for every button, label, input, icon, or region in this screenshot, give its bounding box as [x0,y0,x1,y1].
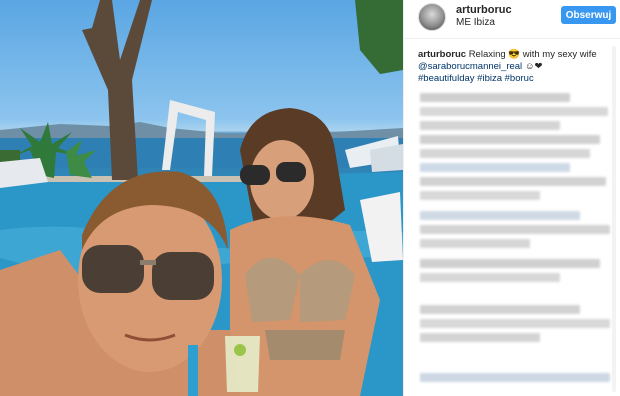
header-divider [404,38,620,39]
blurred-comment [420,225,610,234]
caption-text: Relaxing 😎 with my sexy wife [468,49,597,60]
caption-mention[interactable]: @saraborucmannei_real [418,61,522,72]
blurred-comment [420,305,580,314]
blurred-comment [420,107,608,116]
blurred-comment [420,121,560,130]
blurred-comment [420,177,606,186]
blurred-comment [420,149,590,158]
blurred-comment [420,191,540,200]
post-caption: arturboruc Relaxing 😎 with my sexy wife … [418,49,614,85]
photo-scene [0,0,403,396]
post-location[interactable]: ME Ibiza [456,17,495,28]
blurred-comment [420,135,600,144]
blurred-comment [420,239,530,248]
caption-author[interactable]: arturboruc [418,49,466,60]
scrollbar[interactable] [612,46,616,392]
hashtag-beautifulday[interactable]: #beautifulday [418,73,475,84]
blurred-comment [420,373,610,382]
blurred-comment [420,273,560,282]
post-header: arturboruc ME Ibiza Obserwuj [404,0,620,40]
post-side-panel: arturboruc ME Ibiza Obserwuj arturboruc … [403,0,620,396]
comments-blurred [414,93,614,393]
blurred-comment [420,333,540,342]
post-username[interactable]: arturboruc [456,4,512,16]
hashtag-ibiza[interactable]: #ibiza [477,73,502,84]
hashtag-boruc[interactable]: #boruc [505,73,534,84]
blurred-comment [420,211,580,220]
blurred-comment [420,259,600,268]
follow-button[interactable]: Obserwuj [561,6,616,24]
caption-emoji: ☺❤ [524,61,543,72]
avatar[interactable] [418,3,446,31]
blurred-comment [420,163,570,172]
blurred-comment [420,319,610,328]
blurred-comment [420,93,570,102]
post-photo[interactable] [0,0,403,396]
